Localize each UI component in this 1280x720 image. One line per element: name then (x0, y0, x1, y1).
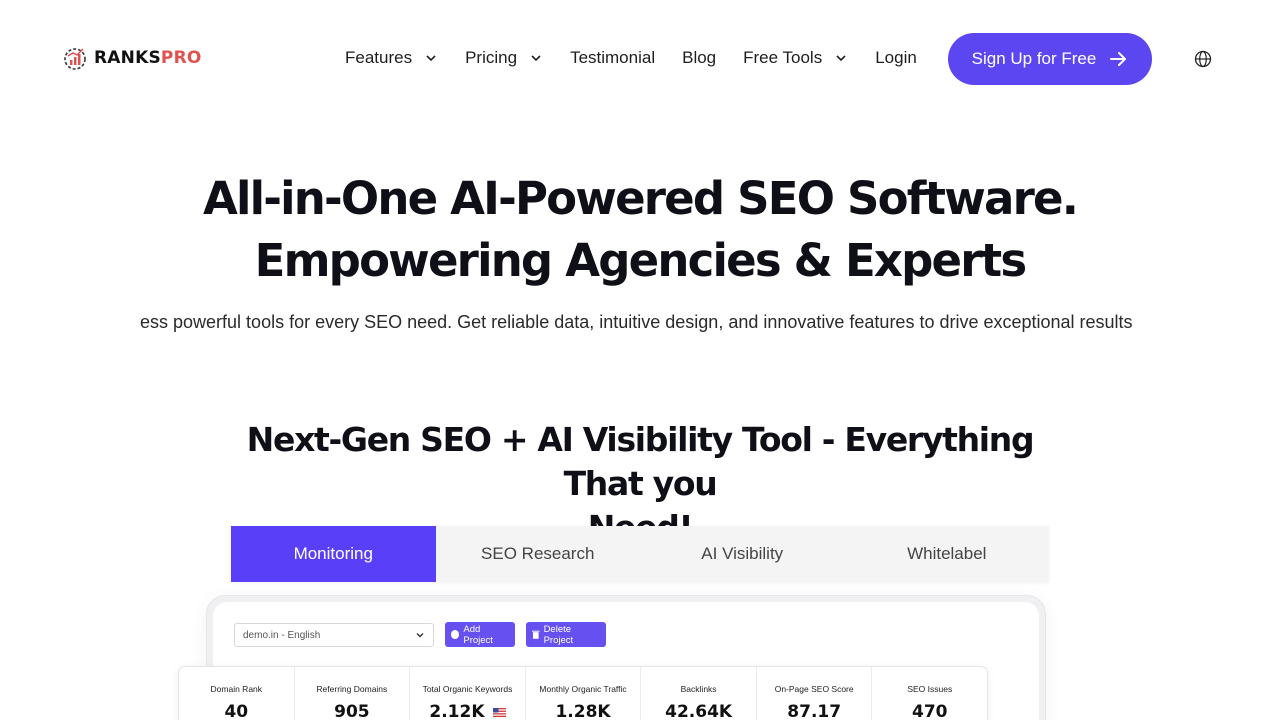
hero-subtitle: Access powerful tools for every SEO need… (140, 312, 1133, 332)
nav-login-label: Login (875, 48, 917, 67)
stat-value: 2.12K (429, 702, 485, 720)
nav-free-tools-label: Free Tools (743, 48, 823, 67)
logo[interactable]: RANKSPRO (62, 44, 202, 72)
plus-circle-icon (451, 630, 460, 639)
stat-value: 87.17 (787, 702, 842, 720)
us-flag-icon (492, 707, 506, 717)
stat-label: Total Organic Keywords (422, 684, 513, 694)
logo-gear-chart-icon (64, 48, 86, 70)
hero-title-line2: Empowering Agencies & Experts (254, 234, 1028, 287)
hero-title: All-in-One AI-Powered SEO Software. Empo… (0, 168, 1280, 292)
stat-value: 470 (912, 702, 948, 720)
nav-features-label: Features (345, 48, 413, 67)
delete-project-button[interactable]: Delete Project (526, 622, 606, 647)
stat-value: 40 (224, 702, 249, 720)
chevron-down-icon (416, 633, 424, 638)
signup-button[interactable]: Sign Up for Free (948, 33, 1152, 85)
chevron-down-icon (834, 51, 848, 65)
add-project-label: Add Project (463, 623, 493, 646)
stat-value: 42.64K (665, 702, 733, 720)
stat-domain-rank: Domain Rank 40 (179, 667, 295, 720)
stat-value-wrap: 2.12K (429, 702, 506, 720)
chevron-down-icon (424, 51, 438, 65)
globe-icon[interactable] (1194, 50, 1212, 68)
stat-label: Monthly Organic Traffic (539, 684, 627, 694)
logo-text-ranks: RANKS (94, 48, 161, 68)
signup-button-label: Sign Up for Free (971, 49, 1097, 68)
section-title-line1: Next-Gen SEO + AI Visibility Tool - Ever… (246, 420, 1035, 503)
stat-referring-domains: Referring Domains 905 (295, 667, 411, 720)
logo-text: RANKSPRO (94, 48, 202, 68)
delete-project-label: Delete Project (543, 623, 574, 646)
chevron-down-icon (529, 51, 543, 65)
stat-label: SEO Issues (907, 684, 953, 694)
feature-tabs: Monitoring SEO Research AI Visibility Wh… (231, 526, 1049, 582)
hero-title-line1: All-in-One AI-Powered SEO Software. (202, 172, 1079, 225)
nav-testimonial-label: Testimonial (570, 48, 656, 67)
nav-blog[interactable]: Blog (682, 46, 716, 70)
nav-pricing-label: Pricing (465, 48, 518, 67)
tab-ai-visibility[interactable]: AI Visibility (640, 526, 845, 582)
trash-icon (532, 630, 540, 639)
nav-blog-label: Blog (682, 48, 717, 67)
main-nav: Features Pricing Testimonial Blog Free T… (345, 46, 944, 70)
nav-free-tools[interactable]: Free Tools (743, 46, 848, 70)
tab-monitoring[interactable]: Monitoring (231, 526, 436, 582)
stat-on-page-seo-score: On-Page SEO Score 87.17 (757, 667, 873, 720)
project-select[interactable]: demo.in - English (234, 623, 434, 647)
nav-testimonial[interactable]: Testimonial (570, 46, 655, 70)
tab-seo-research[interactable]: SEO Research (436, 526, 641, 582)
stats-card: Domain Rank 40 Referring Domains 905 Tot… (179, 667, 987, 720)
stat-label: Referring Domains (316, 684, 388, 694)
hero-subtitle-marquee: Access powerful tools for every SEO need… (140, 310, 1140, 336)
stat-value: 1.28K (555, 702, 611, 720)
tab-whitelabel[interactable]: Whitelabel (845, 526, 1050, 582)
nav-login[interactable]: Login (875, 46, 917, 70)
arrow-right-icon (1110, 52, 1127, 66)
stat-backlinks: Backlinks 42.64K (641, 667, 757, 720)
logo-text-pro: PRO (160, 48, 202, 68)
project-select-value: demo.in - English (243, 629, 321, 641)
stat-label: On-Page SEO Score (774, 684, 854, 694)
stat-monthly-organic-traffic: Monthly Organic Traffic 1.28K (526, 667, 642, 720)
site-header: RANKSPRO Features Pricing Testimonial Bl… (0, 0, 1280, 118)
add-project-button[interactable]: Add Project (445, 622, 515, 647)
stat-seo-issues: SEO Issues 470 (872, 667, 987, 720)
stat-value: 905 (334, 702, 370, 720)
stat-total-organic-keywords: Total Organic Keywords 2.12K (410, 667, 526, 720)
stat-label: Domain Rank (210, 684, 263, 694)
nav-features[interactable]: Features (345, 46, 438, 70)
nav-pricing[interactable]: Pricing (465, 46, 543, 70)
stat-label: Backlinks (680, 684, 717, 694)
